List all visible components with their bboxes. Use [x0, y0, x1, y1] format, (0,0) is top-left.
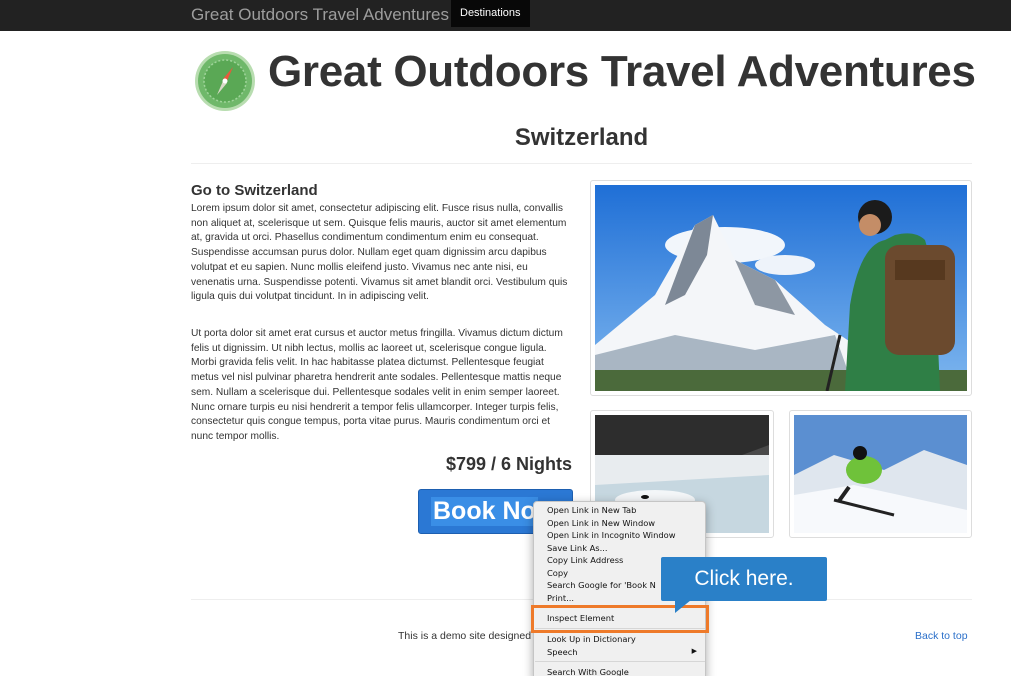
menu-separator: [535, 661, 705, 662]
skier-image: [789, 410, 972, 538]
menu-item-search-with-google[interactable]: Search With Google: [547, 666, 629, 676]
menu-item-copy-link-address[interactable]: Copy Link Address: [547, 554, 623, 566]
menu-item-print[interactable]: Print...: [547, 592, 574, 604]
book-now-label: Book No: [431, 497, 538, 526]
section-heading: Go to Switzerland: [191, 182, 318, 199]
submenu-arrow-icon: ▶: [691, 647, 697, 655]
menu-item-open-new-window[interactable]: Open Link in New Window: [547, 517, 655, 529]
price-label: $799 / 6 Nights: [445, 454, 572, 474]
navbar-brand[interactable]: Great Outdoors Travel Adventures: [191, 5, 449, 25]
site-title: Great Outdoors Travel Adventures: [268, 47, 976, 96]
click-here-callout: Click here.: [661, 557, 827, 601]
menu-item-search-google-for[interactable]: Search Google for 'Book N: [547, 579, 656, 591]
description-paragraph-2: Ut porta dolor sit amet erat cursus et a…: [191, 328, 563, 442]
nav-item-destinations[interactable]: Destinations: [451, 0, 530, 27]
menu-item-speech[interactable]: Speech: [547, 646, 578, 658]
page-title: Switzerland: [514, 124, 649, 151]
matterhorn-hiker-image: [590, 180, 972, 396]
top-navbar: Great Outdoors Travel Adventures Destina…: [0, 0, 1011, 31]
menu-item-save-link-as[interactable]: Save Link As...: [547, 542, 608, 554]
footer-text: This is a demo site designed: [398, 630, 532, 642]
menu-item-open-incognito[interactable]: Open Link in Incognito Window: [547, 529, 675, 541]
menu-item-speech-label: Speech: [547, 646, 578, 657]
back-to-top-link[interactable]: Back to top: [915, 630, 968, 642]
description-paragraph-1: Lorem ipsum dolor sit amet, consectetur …: [191, 203, 568, 303]
compass-icon: [195, 51, 255, 111]
menu-item-open-new-tab[interactable]: Open Link in New Tab: [547, 504, 636, 516]
menu-item-copy[interactable]: Copy: [547, 567, 568, 579]
divider: [191, 163, 972, 164]
callout-pointer: [675, 600, 691, 613]
menu-item-look-up-dictionary[interactable]: Look Up in Dictionary: [547, 633, 636, 645]
